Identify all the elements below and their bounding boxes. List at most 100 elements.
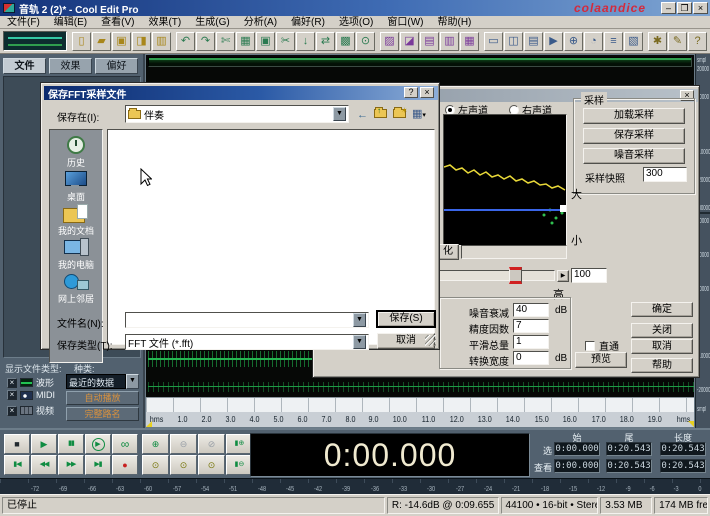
zoom-sel-right-button[interactable]: ⊙ — [170, 455, 197, 475]
noise-profile-graph[interactable] — [443, 114, 567, 246]
menu-item[interactable]: 选项(O) — [332, 16, 380, 29]
rewind-button[interactable]: ◀◀ — [31, 455, 57, 475]
play-looped-button[interactable]: ▶ — [85, 434, 111, 454]
view-menu-icon[interactable]: ▦▾ — [412, 107, 426, 123]
transition-width-input[interactable]: 0 — [513, 351, 549, 365]
record-button[interactable]: ● — [112, 455, 138, 475]
ok-button[interactable]: 确定 — [631, 302, 693, 317]
file-properties-icon[interactable]: ▥ — [152, 32, 171, 51]
help-icon[interactable]: ? — [688, 32, 707, 51]
zoom-out-button[interactable]: ⊖ — [170, 434, 197, 454]
filename-input[interactable]: ▼ — [125, 312, 369, 328]
tab-files[interactable]: 文件 — [3, 58, 46, 74]
redo-icon[interactable]: ↷ — [196, 32, 215, 51]
help-button[interactable]: 帮助 — [631, 358, 693, 373]
menu-item[interactable]: 编辑(E) — [47, 16, 94, 29]
close-icon[interactable]: × — [420, 87, 434, 98]
copy-icon[interactable]: ▣ — [256, 32, 275, 51]
save-sample-button[interactable]: 保存采样 — [583, 128, 685, 144]
load-sample-button[interactable]: 加载采样 — [583, 108, 685, 124]
level-meter[interactable]: -72-69-66-63-60-57-54-51-48-45-42-39-36-… — [0, 478, 710, 494]
play-list-icon[interactable]: ▶ — [544, 32, 563, 51]
slider-right-arrow[interactable]: ▶ — [557, 270, 569, 282]
precision-factor-input[interactable]: 7 — [513, 319, 549, 333]
menu-item[interactable]: 效果(T) — [141, 16, 188, 29]
menu-item[interactable]: 分析(A) — [237, 16, 284, 29]
go-to-end-button[interactable]: ▶▮ — [85, 455, 111, 475]
menu-item[interactable]: 查看(V) — [94, 16, 141, 29]
new-folder-icon[interactable]: ✶ — [393, 108, 406, 122]
smoothing-amount-input[interactable]: 1 — [513, 335, 549, 349]
trim-icon[interactable]: ✄ — [216, 32, 235, 51]
open-file-icon[interactable]: ▰ — [92, 32, 111, 51]
bypass-checkbox-row[interactable]: 直通 — [585, 338, 619, 353]
chevron-down-icon[interactable]: ▼ — [126, 374, 139, 389]
help-icon[interactable]: ? — [404, 87, 418, 98]
chevron-down-icon[interactable]: ▼ — [353, 335, 366, 349]
midi-type-checkbox[interactable]: × — [7, 390, 17, 400]
menu-item[interactable]: 生成(G) — [188, 16, 236, 29]
chevron-down-icon[interactable]: ▼ — [333, 107, 346, 121]
overview-bar[interactable] — [148, 57, 692, 67]
zoom-sel-left-button[interactable]: ⊙ — [142, 455, 169, 475]
cut-icon[interactable]: ✂ — [276, 32, 295, 51]
place-network[interactable]: 网上邻居 — [50, 272, 102, 305]
save-in-select[interactable]: 伴奏 ▼ — [125, 105, 349, 123]
spectral-window-icon[interactable]: ◫ — [504, 32, 523, 51]
find-icon[interactable]: ⊙ — [356, 32, 375, 51]
save-as-icon[interactable]: ◨ — [132, 32, 151, 51]
zoom-to-selection-button[interactable]: ⊙ — [198, 455, 225, 475]
kind-select-value[interactable]: 最近的数据 — [66, 374, 126, 389]
filetype-select[interactable]: FFT 文件 (*.fft) ▼ — [125, 334, 369, 350]
tab-effects[interactable]: 效果 — [49, 58, 92, 74]
dialog-title-bar[interactable]: 保存FFT采样文件 — [44, 86, 438, 100]
zoom-in-button[interactable]: ⊕ — [142, 434, 169, 454]
stop-button[interactable]: ■ — [4, 434, 30, 454]
zoom-in-horizontal-button[interactable]: ▮⊕ — [226, 434, 253, 454]
menu-item[interactable]: 偏好(R) — [284, 16, 332, 29]
new-file-icon[interactable]: ▯ — [72, 32, 91, 51]
undo-icon[interactable]: ↶ — [176, 32, 195, 51]
back-icon[interactable]: ← — [357, 108, 368, 122]
chevron-down-icon[interactable]: ▼ — [353, 313, 366, 327]
place-history[interactable]: 历史 — [50, 136, 102, 169]
crossfade-icon[interactable]: ▩ — [336, 32, 355, 51]
close-button[interactable]: 关闭 — [631, 323, 693, 338]
place-my-documents[interactable]: 我的文档 — [50, 204, 102, 237]
go-to-start-button[interactable]: ▮◀ — [4, 455, 30, 475]
play-button[interactable]: ▶ — [31, 434, 57, 454]
zoom-out-horizontal-button[interactable]: ▮⊖ — [226, 455, 253, 475]
video-type-checkbox[interactable]: × — [7, 406, 17, 416]
bypass-checkbox[interactable] — [585, 341, 595, 351]
delay-icon[interactable]: ▥ — [440, 32, 459, 51]
loop-button[interactable]: ∞ — [112, 434, 138, 454]
menu-item[interactable]: 帮助(H) — [431, 16, 479, 29]
timeline-ruler[interactable]: hms1.02.03.04.05.06.07.08.09.010.011.012… — [146, 397, 694, 427]
wave-type-checkbox[interactable]: × — [7, 378, 17, 388]
pause-button[interactable]: ▮▮ — [58, 434, 84, 454]
zoom-full-button[interactable]: ⊘ — [198, 434, 225, 454]
partially-hidden-button[interactable]: 化 — [437, 244, 459, 260]
waveform-view-toggle-button[interactable] — [3, 31, 67, 51]
wave-window-icon[interactable]: ▭ — [484, 32, 503, 51]
fast-forward-button[interactable]: ▶▶ — [58, 455, 84, 475]
noise-floor-handle[interactable] — [560, 205, 566, 212]
autoplay-button[interactable]: 自动播放 — [66, 391, 139, 405]
settings-icon[interactable]: ✱ — [648, 32, 667, 51]
minimize-button[interactable]: – — [661, 2, 676, 14]
menu-item[interactable]: 文件(F) — [0, 16, 47, 29]
resize-grip[interactable] — [425, 335, 436, 346]
paste-icon[interactable]: ↓ — [296, 32, 315, 51]
get-noise-sample-button[interactable]: 噪音采样 — [583, 148, 685, 164]
app-icon[interactable] — [3, 3, 15, 13]
mix-paste-icon[interactable]: ⇄ — [316, 32, 335, 51]
zoom-window-icon[interactable]: ⊕ — [564, 32, 583, 51]
data-window-icon[interactable]: ≡ — [604, 32, 623, 51]
filter-icon[interactable]: ▦ — [460, 32, 479, 51]
up-one-level-icon[interactable]: ↑ — [374, 108, 387, 122]
time-window-icon[interactable]: ◔ — [584, 32, 603, 51]
scripts-icon[interactable]: ✎ — [668, 32, 687, 51]
noise-floor-line[interactable] — [444, 209, 566, 211]
tab-favorites[interactable]: 偏好 — [95, 58, 138, 74]
save-button[interactable]: 保存(S) — [377, 311, 435, 327]
